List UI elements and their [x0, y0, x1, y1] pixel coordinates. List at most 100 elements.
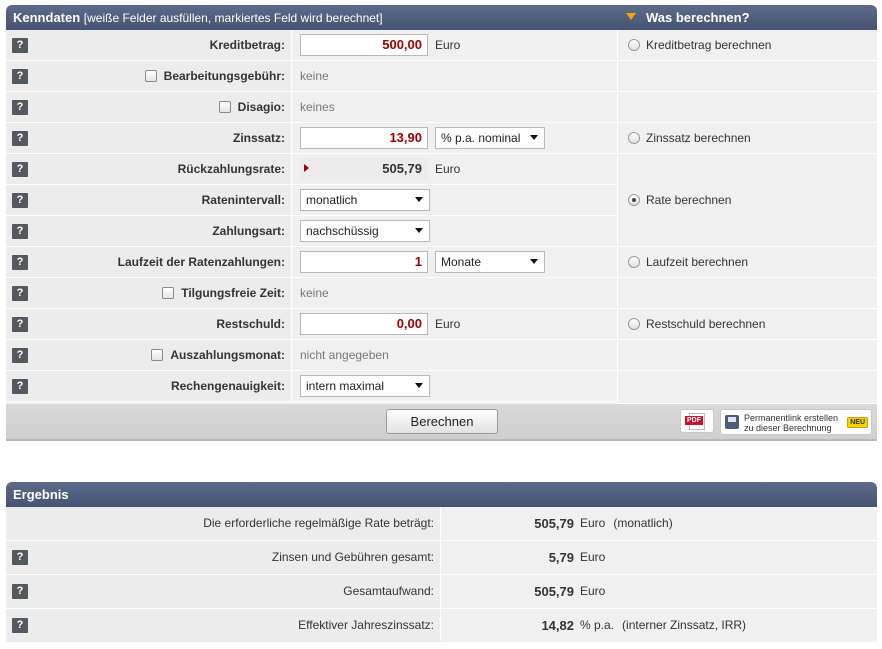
- result-label: Effektiver Jahreszinssatz:: [298, 618, 434, 632]
- help-icon[interactable]: ?: [12, 38, 28, 53]
- result-value: 505,79: [534, 584, 574, 599]
- radio-cell-kreditbetrag: Kreditbetrag berechnen: [617, 30, 877, 61]
- radio-icon: [628, 255, 640, 268]
- dropdown-arrow-icon: [415, 383, 423, 388]
- triangle-down-icon: [626, 13, 636, 21]
- dropdown-arrow-icon: [415, 197, 423, 202]
- permalink-button[interactable]: Permanentlink erstellen zu dieser Berech…: [720, 409, 872, 435]
- save-disk-icon: [725, 415, 739, 429]
- row-bearbeitungsgebuehr: ? Bearbeitungsgebühr: keine: [6, 61, 616, 92]
- help-icon[interactable]: ?: [12, 317, 28, 332]
- bearbeitungsgebuehr-value: keine: [300, 69, 329, 83]
- disagio-value: keines: [300, 100, 335, 114]
- radio-selected-icon: [628, 193, 640, 206]
- label-auszahlungsmonat: Auszahlungsmonat:: [170, 348, 285, 362]
- result-label: Die erforderliche regelmäßige Rate beträ…: [203, 516, 434, 530]
- help-icon[interactable]: ?: [12, 348, 28, 363]
- help-icon[interactable]: ?: [12, 193, 28, 208]
- row-restschuld: ? Restschuld: 0,00 Euro: [6, 309, 616, 340]
- zinssatz-type-select[interactable]: % p.a. nominal: [435, 127, 545, 149]
- radio-icon: [628, 317, 640, 330]
- dropdown-arrow-icon: [530, 259, 538, 264]
- pdf-tag: PDF: [685, 416, 703, 425]
- row-ratenintervall: ? Ratenintervall: monatlich: [6, 185, 616, 216]
- help-icon[interactable]: ?: [12, 224, 28, 239]
- row-zahlungsart: ? Zahlungsart: nachschüssig: [6, 216, 616, 247]
- radio-restschuld[interactable]: Restschuld berechnen: [628, 309, 765, 339]
- was-berechnen-heading: Was berechnen?: [626, 5, 750, 30]
- rechengenauigkeit-select[interactable]: intern maximal: [300, 375, 430, 397]
- rueckzahlungsrate-output: 505,79: [300, 158, 428, 180]
- result-value: 5,79: [548, 550, 574, 565]
- label-laufzeit: Laufzeit der Ratenzahlungen:: [117, 255, 285, 269]
- result-label: Zinsen und Gebühren gesamt:: [271, 550, 434, 564]
- row-rueckzahlungsrate: ? Rückzahlungsrate: 505,79 Euro: [6, 154, 616, 185]
- result-value: 14,82: [541, 618, 574, 633]
- radio-laufzeit[interactable]: Laufzeit berechnen: [628, 247, 748, 277]
- radio-cell-zinssatz: Zinssatz berechnen: [617, 123, 877, 154]
- help-icon[interactable]: ?: [12, 162, 28, 177]
- help-icon[interactable]: ?: [12, 69, 28, 84]
- help-icon[interactable]: ?: [12, 379, 28, 394]
- auszahlungsmonat-checkbox[interactable]: [151, 348, 164, 361]
- label-zahlungsart: Zahlungsart:: [212, 224, 285, 238]
- kenndaten-title: Kenndaten: [13, 10, 81, 25]
- result-unit: Euro: [580, 516, 606, 530]
- result-row: ? Gesamtaufwand: 505,79 Euro: [6, 575, 877, 609]
- help-icon[interactable]: ?: [12, 584, 28, 599]
- ergebnis-header: Ergebnis: [6, 482, 877, 507]
- row-auszahlungsmonat: ? Auszahlungsmonat: nicht angegeben: [6, 340, 616, 371]
- radio-rate[interactable]: Rate berechnen: [628, 185, 731, 215]
- help-icon[interactable]: ?: [12, 100, 28, 115]
- kenndaten-footer: Berechnen PDF Permanentlink erstellen zu…: [6, 404, 877, 441]
- disagio-checkbox[interactable]: [218, 100, 231, 113]
- laufzeit-input[interactable]: 1: [300, 251, 428, 273]
- result-unit: % p.a.: [580, 618, 615, 632]
- help-icon[interactable]: ?: [12, 286, 28, 301]
- label-zinssatz: Zinssatz:: [232, 131, 285, 145]
- kenndaten-panel: Kenndaten [weiße Felder ausfüllen, marki…: [6, 5, 877, 441]
- label-tilgungsfreie-zeit: Tilgungsfreie Zeit:: [181, 286, 285, 300]
- radio-icon: [628, 131, 640, 144]
- kenndaten-header: Kenndaten [weiße Felder ausfüllen, marki…: [6, 5, 877, 30]
- label-ratenintervall: Ratenintervall:: [201, 193, 285, 207]
- dropdown-arrow-icon: [415, 228, 423, 233]
- unit-euro: Euro: [435, 317, 461, 331]
- radio-cell-empty: [617, 278, 877, 309]
- radio-cell-restschuld: Restschuld berechnen: [617, 309, 877, 340]
- result-row: Die erforderliche regelmäßige Rate beträ…: [6, 507, 877, 541]
- kreditbetrag-input[interactable]: 500,00: [300, 34, 428, 56]
- label-rechengenauigkeit: Rechengenauigkeit:: [170, 379, 285, 393]
- pdf-icon[interactable]: PDF: [680, 409, 714, 433]
- bearbeitungsgebuehr-checkbox[interactable]: [144, 69, 157, 82]
- help-icon[interactable]: ?: [12, 550, 28, 565]
- permalink-line2: zu dieser Berechnung: [744, 423, 832, 433]
- berechnen-button[interactable]: Berechnen: [386, 409, 498, 434]
- auszahlungsmonat-value: nicht angegeben: [300, 348, 389, 362]
- neu-badge: NEU: [847, 417, 868, 428]
- help-icon[interactable]: ?: [12, 618, 28, 633]
- zahlungsart-select[interactable]: nachschüssig: [300, 220, 430, 242]
- label-disagio: Disagio:: [237, 100, 285, 114]
- kenndaten-subtitle: [weiße Felder ausfüllen, markiertes Feld…: [83, 11, 383, 25]
- radio-zinssatz[interactable]: Zinssatz berechnen: [628, 123, 751, 153]
- zinssatz-input[interactable]: 13,90: [300, 127, 428, 149]
- radio-kreditbetrag[interactable]: Kreditbetrag berechnen: [628, 30, 771, 60]
- kenndaten-grid: ? Kreditbetrag: 500,00 Euro ? Bearbeitun…: [6, 30, 877, 404]
- ratenintervall-select[interactable]: monatlich: [300, 189, 430, 211]
- result-note: (monatlich): [613, 516, 673, 530]
- row-rechengenauigkeit: ? Rechengenauigkeit: intern maximal: [6, 371, 616, 402]
- radio-cell-laufzeit: Laufzeit berechnen: [617, 247, 877, 278]
- tilgungsfreie-zeit-checkbox[interactable]: [162, 286, 175, 299]
- row-zinssatz: ? Zinssatz: 13,90 % p.a. nominal: [6, 123, 616, 154]
- restschuld-input[interactable]: 0,00: [300, 313, 428, 335]
- label-bearbeitungsgebuehr: Bearbeitungsgebühr:: [163, 69, 285, 83]
- unit-euro: Euro: [435, 162, 461, 176]
- result-row: ? Effektiver Jahreszinssatz: 14,82 % p.a…: [6, 609, 877, 643]
- help-icon[interactable]: ?: [12, 131, 28, 146]
- radio-cell-empty: [617, 371, 877, 404]
- laufzeit-unit-select[interactable]: Monate: [435, 251, 545, 273]
- radio-icon: [628, 38, 640, 51]
- ergebnis-grid: Die erforderliche regelmäßige Rate beträ…: [6, 507, 877, 643]
- help-icon[interactable]: ?: [12, 255, 28, 270]
